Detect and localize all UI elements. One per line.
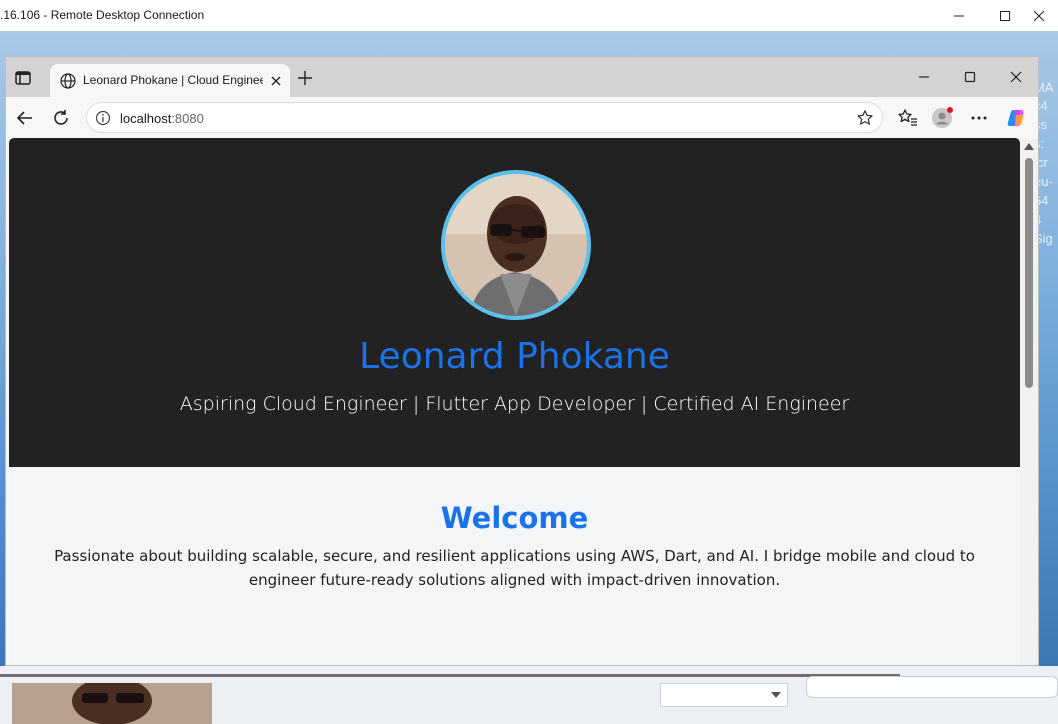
scroll-thumb[interactable] [1025, 158, 1033, 388]
browser-toolbar: localhost:8080 [6, 97, 1038, 138]
side-panel [806, 676, 1058, 698]
close-icon[interactable] [267, 72, 285, 90]
close-icon[interactable] [1006, 67, 1026, 87]
thumbnail-image [12, 683, 212, 724]
star-icon[interactable] [856, 109, 874, 127]
more-icon[interactable] [968, 107, 990, 129]
tab-actions-icon[interactable] [14, 69, 32, 87]
hero-name: Leonard Phokane [359, 336, 670, 377]
rdp-minimize-button[interactable] [936, 0, 982, 31]
info-icon[interactable] [95, 110, 111, 126]
globe-icon [60, 73, 76, 89]
tab-strip: Leonard Phokane | Cloud Engineer [6, 57, 1038, 98]
minimize-icon [954, 15, 964, 16]
profile-icon[interactable] [931, 107, 953, 129]
remote-bottom-strip [0, 666, 1058, 724]
profile-photo [445, 174, 587, 316]
vertical-scrollbar[interactable] [1020, 138, 1038, 665]
chevron-down-icon[interactable] [770, 690, 782, 700]
page-viewport: Leonard Phokane Aspiring Cloud Engineer … [9, 138, 1020, 665]
welcome-heading: Welcome [440, 501, 589, 535]
address-url[interactable]: localhost:8080 [120, 111, 204, 126]
hero-section: Leonard Phokane Aspiring Cloud Engineer … [9, 138, 1020, 467]
refresh-icon[interactable] [50, 107, 72, 129]
address-bar[interactable]: localhost:8080 [86, 102, 883, 133]
rdp-close-button[interactable] [1020, 0, 1058, 31]
back-arrow-icon[interactable] [14, 107, 36, 129]
rdp-window-title: .16.106 - Remote Desktop Connection [0, 8, 205, 22]
url-port: :8080 [171, 111, 204, 126]
tab-title: Leonard Phokane | Cloud Engineer [83, 73, 263, 87]
plus-icon[interactable] [296, 69, 314, 87]
active-tab[interactable]: Leonard Phokane | Cloud Engineer [50, 64, 290, 98]
copilot-icon[interactable] [1005, 107, 1027, 129]
favorites-icon[interactable] [897, 107, 919, 129]
maximize-icon [1000, 10, 1010, 21]
hero-subtitle: Aspiring Cloud Engineer | Flutter App De… [179, 393, 850, 415]
minimize-icon[interactable] [914, 67, 934, 87]
dropdown-field[interactable] [660, 683, 788, 707]
browser-window: Leonard Phokane | Cloud Engineer localho… [5, 56, 1039, 666]
scroll-up-icon[interactable] [1024, 142, 1034, 150]
horizontal-scrollbar[interactable] [0, 674, 900, 677]
url-host: localhost [120, 111, 172, 126]
avatar [441, 170, 591, 320]
welcome-paragraph: Passionate about building scalable, secu… [54, 547, 975, 589]
close-icon [1033, 10, 1045, 21]
rdp-titlebar: .16.106 - Remote Desktop Connection [0, 0, 1058, 31]
maximize-icon[interactable] [960, 67, 980, 87]
